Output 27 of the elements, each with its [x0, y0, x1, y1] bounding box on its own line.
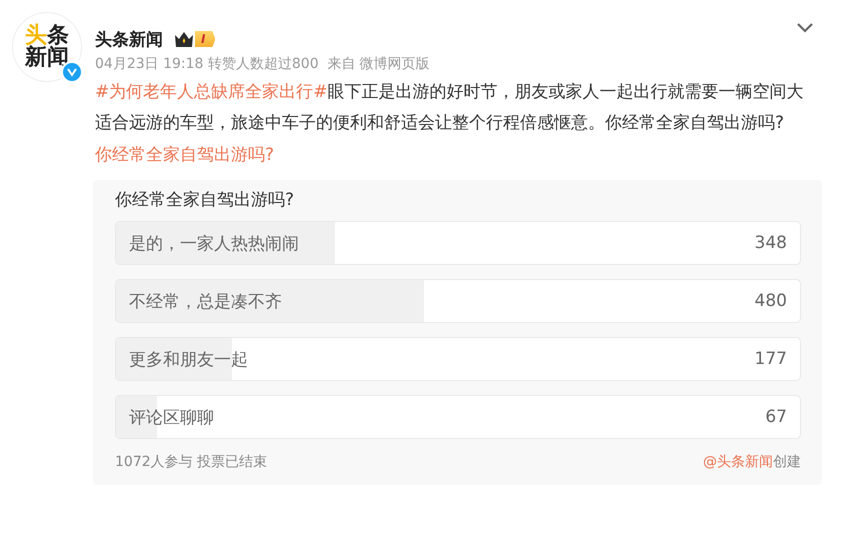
- poll-option[interactable]: 是的，一家人热热闹闹 348: [115, 221, 801, 265]
- source-label: 来自: [328, 55, 356, 73]
- avatar[interactable]: 头条 新闻: [12, 12, 82, 82]
- poll-question: 你经常全家自驾出游吗?: [115, 189, 296, 211]
- avatar-text: 头: [25, 25, 47, 47]
- avatar-text: 条: [47, 25, 69, 47]
- created-label: 创建: [773, 454, 801, 470]
- vote-count: 67: [765, 407, 787, 427]
- option-label: 是的，一家人热热闹闹: [129, 232, 299, 254]
- hashtag-link[interactable]: #为何老年人总缺席全家出行#: [95, 82, 328, 102]
- poll-option[interactable]: 评论区聊聊 67: [115, 395, 801, 439]
- option-label: 更多和朋友一起: [129, 348, 248, 370]
- poll-option[interactable]: 不经常，总是凑不齐 480: [115, 279, 801, 323]
- vote-count: 480: [754, 291, 787, 311]
- author-name[interactable]: 头条新闻: [95, 28, 163, 50]
- vote-count: 177: [754, 349, 787, 369]
- vote-count: 348: [754, 233, 787, 253]
- post-meta: 04月23日 19:18 转赞人数超过800: [95, 55, 319, 73]
- level-badge: I: [195, 31, 216, 47]
- poll-option[interactable]: 更多和朋友一起 177: [115, 337, 801, 381]
- option-label: 评论区聊聊: [129, 406, 214, 428]
- chevron-down-icon[interactable]: [796, 22, 814, 34]
- post-text: #为何老年人总缺席全家出行#眼下正是出游的好时节，朋友或家人一起出行就需要一辆空间大适合远游的车型，旅途中车子的便利和舒适会让整个行程倍感惬意。你经常全家自驾出游吗?: [95, 81, 804, 135]
- option-label: 不经常，总是凑不齐: [129, 290, 282, 312]
- poll-summary: 1072人参与 投票已结束: [115, 453, 268, 471]
- avatar-text: 新闻: [25, 47, 69, 69]
- poll-link[interactable]: 你经常全家自驾出游吗?: [95, 143, 274, 166]
